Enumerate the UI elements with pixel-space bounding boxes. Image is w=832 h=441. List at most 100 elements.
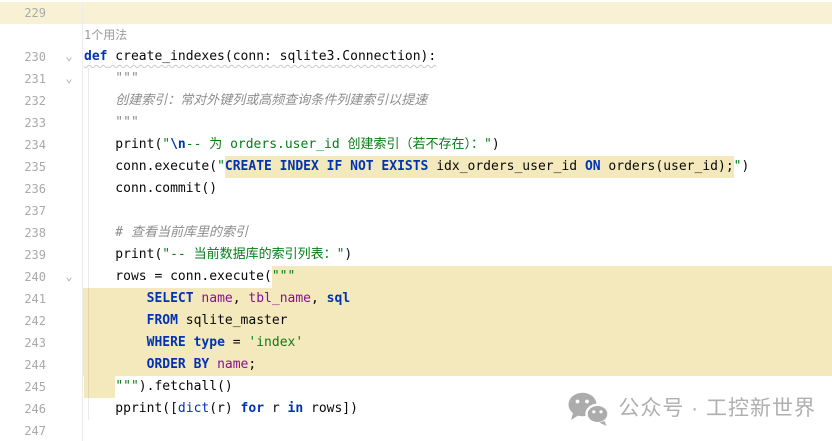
code-token xyxy=(84,376,115,398)
code-token: # 查看当前库里的索引 xyxy=(84,222,248,244)
code-text[interactable]: """ xyxy=(83,68,832,90)
code-text[interactable] xyxy=(83,2,832,24)
line-number[interactable]: 235 xyxy=(24,156,56,178)
fold-spacer xyxy=(56,2,82,24)
code-text[interactable]: def create_indexes(conn: sqlite3.Connect… xyxy=(83,46,832,68)
code-token: """ xyxy=(272,266,295,288)
code-token: ON xyxy=(585,156,601,178)
code-token xyxy=(209,354,217,376)
code-token xyxy=(84,288,147,310)
code-text[interactable]: 创建索引：常对外键列或高频查询条件列建索引以提速 xyxy=(83,90,832,112)
line-number[interactable]: 241 xyxy=(24,288,56,310)
code-token: tbl_name xyxy=(248,288,311,310)
line-number[interactable]: 232 xyxy=(24,90,56,112)
line-number[interactable]: 236 xyxy=(24,178,56,200)
line-number[interactable]: 229 xyxy=(24,2,56,24)
fold-spacer xyxy=(56,222,82,244)
code-token: sqlite_master xyxy=(178,310,288,332)
code-token: -- 为 orders.user_id 创建索引（若不存在）： xyxy=(186,134,484,156)
watermark-text: 公众号 · 工控新世界 xyxy=(618,398,816,420)
code-token: ) xyxy=(741,156,749,178)
code-token: create_indexes(conn: sqlite3.Connection)… xyxy=(107,46,436,68)
fold-spacer xyxy=(56,288,82,310)
code-text[interactable]: # 查看当前库里的索引 xyxy=(83,222,832,244)
code-text[interactable]: rows = conn.execute(""" xyxy=(83,266,832,288)
line-number[interactable]: 230 xyxy=(24,46,56,68)
gutter-cell: 242 xyxy=(0,310,83,332)
code-token: ; xyxy=(248,354,256,376)
line-number[interactable]: 244 xyxy=(24,354,56,376)
line-number[interactable]: 239 xyxy=(24,244,56,266)
fold-spacer xyxy=(56,200,82,222)
code-token xyxy=(84,310,147,332)
gutter-cell: 238 xyxy=(0,222,83,244)
fold-chevron-icon[interactable]: ⌄ xyxy=(56,266,82,288)
gutter-cell: 235 xyxy=(0,156,83,178)
fold-spacer xyxy=(56,134,82,156)
gutter-cell: 244 xyxy=(0,354,83,376)
code-area: 2291个用法230⌄def create_indexes(conn: sqli… xyxy=(0,2,832,441)
code-line: 230⌄def create_indexes(conn: sqlite3.Con… xyxy=(0,46,832,68)
fold-spacer xyxy=(56,244,82,266)
line-number[interactable]: 240 xyxy=(24,266,56,288)
code-token: " xyxy=(484,134,492,156)
inlay-row: 1个用法 xyxy=(0,24,832,46)
code-line: 232 创建索引：常对外键列或高频查询条件列建索引以提速 xyxy=(0,90,832,112)
code-line: 244 ORDER BY name; xyxy=(0,354,832,376)
code-text[interactable]: print("-- 当前数据库的索引列表：") xyxy=(83,244,832,266)
code-token: = xyxy=(225,332,248,354)
code-text[interactable]: 1个用法 xyxy=(83,24,832,46)
code-text[interactable]: FROM sqlite_master xyxy=(83,310,832,332)
code-line: 233 """ xyxy=(0,112,832,134)
fold-chevron-icon[interactable]: ⌄ xyxy=(56,46,82,68)
code-text[interactable]: print("\n-- 为 orders.user_id 创建索引（若不存在）：… xyxy=(83,134,832,156)
watermark: 公众号 · 工控新世界 xyxy=(567,391,816,427)
usages-inlay-hint[interactable]: 1个用法 xyxy=(84,24,127,46)
fold-chevron-icon[interactable]: ⌄ xyxy=(56,68,82,90)
line-number[interactable]: 238 xyxy=(24,222,56,244)
code-token: def xyxy=(84,46,107,68)
line-number[interactable]: 246 xyxy=(24,398,56,420)
gutter-cell: 230⌄ xyxy=(0,46,83,68)
code-text[interactable]: ORDER BY name; xyxy=(83,354,832,376)
gutter-cell: 245 xyxy=(0,376,83,398)
line-number[interactable]: 233 xyxy=(24,112,56,134)
code-token: r xyxy=(264,398,287,420)
code-token: pprint([ xyxy=(84,398,178,420)
line-number[interactable]: 231 xyxy=(24,68,56,90)
gutter-cell: 229 xyxy=(0,2,83,24)
fold-spacer xyxy=(56,112,82,134)
code-token: dict xyxy=(178,398,209,420)
code-text[interactable]: WHERE type = 'index' xyxy=(83,332,832,354)
fold-spacer xyxy=(56,178,82,200)
line-number[interactable]: 247 xyxy=(24,420,56,441)
code-token: CREATE INDEX IF NOT EXISTS xyxy=(225,156,429,178)
code-token: SELECT xyxy=(147,288,194,310)
gutter-cell: 236 xyxy=(0,178,83,200)
code-text[interactable]: conn.commit() xyxy=(83,178,832,200)
line-number[interactable]: 234 xyxy=(24,134,56,156)
code-text[interactable]: conn.execute("CREATE INDEX IF NOT EXISTS… xyxy=(83,156,832,178)
code-token xyxy=(84,354,147,376)
gutter-cell: 234 xyxy=(0,134,83,156)
code-token xyxy=(84,332,147,354)
code-line: 235 conn.execute("CREATE INDEX IF NOT EX… xyxy=(0,156,832,178)
code-text[interactable]: """ xyxy=(83,112,832,134)
code-text[interactable]: SELECT name, tbl_name, sql xyxy=(83,288,832,310)
line-number[interactable]: 237 xyxy=(24,200,56,222)
code-line: 239 print("-- 当前数据库的索引列表：") xyxy=(0,244,832,266)
code-text[interactable] xyxy=(83,200,832,222)
line-number[interactable]: 242 xyxy=(24,310,56,332)
gutter-cell: 241 xyxy=(0,288,83,310)
code-token: orders(user_id); xyxy=(601,156,734,178)
line-number[interactable]: 245 xyxy=(24,376,56,398)
code-token: name xyxy=(217,354,248,376)
code-token: sql xyxy=(327,288,350,310)
gutter-cell: 246 xyxy=(0,398,83,420)
line-number[interactable]: 243 xyxy=(24,332,56,354)
code-line: 229 xyxy=(0,2,832,24)
code-line: 237 xyxy=(0,200,832,222)
code-token: FROM xyxy=(147,310,178,332)
code-token: " xyxy=(734,156,742,178)
code-line: 240⌄ rows = conn.execute(""" xyxy=(0,266,832,288)
